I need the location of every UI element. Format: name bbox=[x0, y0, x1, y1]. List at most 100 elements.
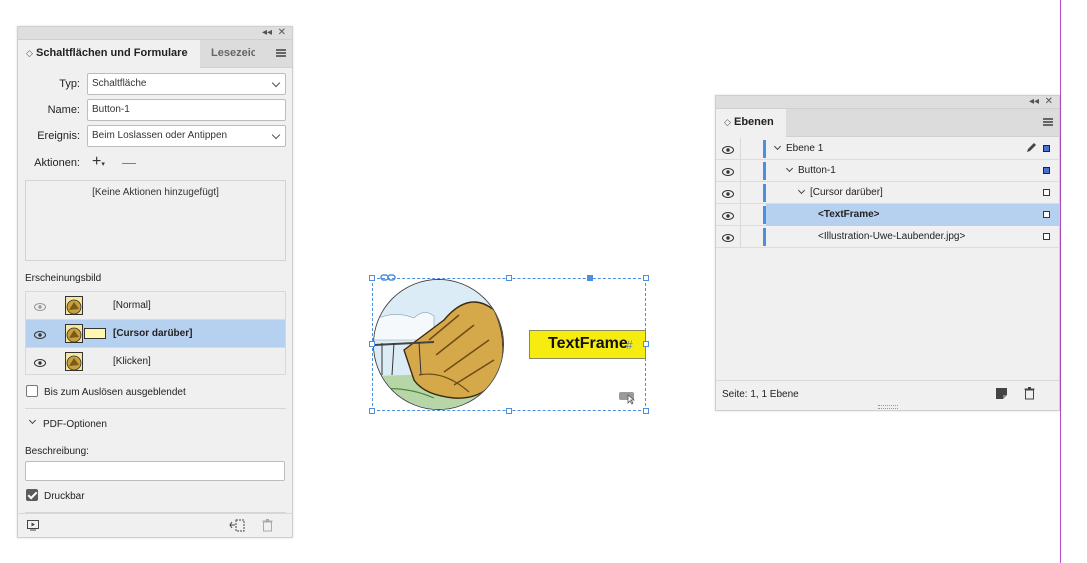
tab-buttons-forms[interactable]: ◇ Schaltflächen und Formulare bbox=[18, 40, 200, 68]
panel-body: Typ: Schaltfläche Name: Button-1 Ereigni… bbox=[18, 69, 292, 539]
printable-label: Druckbar bbox=[44, 491, 85, 502]
state-thumbnail bbox=[65, 296, 83, 315]
handle-bottom-right[interactable] bbox=[643, 408, 649, 414]
selection-square[interactable] bbox=[1043, 233, 1050, 240]
close-panel-icon[interactable]: ✕ bbox=[1045, 96, 1053, 108]
layer-main: Button-1 bbox=[766, 160, 1059, 182]
button-hand-icon bbox=[619, 389, 637, 408]
eye-icon[interactable] bbox=[722, 145, 734, 157]
trash-icon[interactable] bbox=[1024, 387, 1035, 403]
resize-grip[interactable] bbox=[878, 405, 898, 409]
panel-menu-icon[interactable] bbox=[276, 49, 286, 57]
button-object[interactable]: TextFrame # bbox=[369, 274, 649, 414]
name-input[interactable]: Button-1 bbox=[87, 99, 286, 121]
preview-icon[interactable] bbox=[27, 520, 39, 534]
state-thumbnail-textframe bbox=[84, 328, 106, 339]
panel-menu-icon[interactable] bbox=[1043, 118, 1053, 126]
layer-row-textframe[interactable]: <TextFrame> bbox=[716, 204, 1059, 226]
layer-label: Button-1 bbox=[798, 165, 836, 176]
new-layer-icon[interactable] bbox=[996, 388, 1007, 402]
lock-toggle[interactable] bbox=[741, 138, 762, 160]
textframe-text: TextFrame bbox=[548, 335, 628, 352]
eye-icon[interactable] bbox=[34, 358, 46, 370]
event-select[interactable]: Beim Loslassen oder Antippen bbox=[87, 125, 286, 147]
type-row: Typ: Schaltfläche bbox=[18, 73, 292, 95]
layers-footer: Seite: 1, 1 Ebene bbox=[716, 380, 1059, 410]
name-label: Name: bbox=[47, 104, 80, 116]
event-label: Ereignis: bbox=[37, 130, 80, 142]
layer-label: Ebene 1 bbox=[786, 143, 824, 154]
eye-icon[interactable] bbox=[722, 189, 734, 201]
chevron-down-icon[interactable] bbox=[785, 164, 794, 173]
collapse-panel-icon[interactable]: ◂◂ bbox=[1029, 96, 1039, 108]
close-panel-icon[interactable]: ✕ bbox=[278, 27, 286, 39]
layer-row-ebene-1[interactable]: Ebene 1 bbox=[716, 138, 1059, 160]
tab-layers[interactable]: ◇ Ebenen bbox=[716, 109, 786, 137]
handle-content-grabber[interactable] bbox=[587, 275, 593, 281]
eye-icon[interactable] bbox=[34, 302, 46, 314]
actions-label: Aktionen: bbox=[34, 157, 80, 169]
layer-row-illustration[interactable]: <Illustration-Uwe-Laubender.jpg> bbox=[716, 226, 1059, 248]
eye-icon[interactable] bbox=[722, 233, 734, 245]
tab-updown-icon: ◇ bbox=[724, 117, 731, 127]
state-label: [Klicken] bbox=[113, 356, 151, 367]
trash-icon[interactable] bbox=[262, 519, 273, 535]
layer-main: Ebene 1 bbox=[766, 138, 1059, 160]
actions-row: Aktionen: +▾ — bbox=[18, 152, 292, 174]
handle-middle-left[interactable] bbox=[369, 341, 375, 347]
divider bbox=[25, 408, 286, 409]
tab-layers-label: Ebenen bbox=[733, 116, 774, 128]
layer-row-button-1[interactable]: Button-1 bbox=[716, 160, 1059, 182]
tab-bookmarks[interactable]: Lesezeic bbox=[211, 40, 255, 68]
lock-toggle[interactable] bbox=[741, 204, 762, 226]
panel-topbar: ◂◂ ✕ bbox=[18, 27, 292, 40]
eye-icon[interactable] bbox=[722, 167, 734, 179]
actions-list[interactable]: [Keine Aktionen hinzugefügt] bbox=[25, 180, 286, 261]
layer-main: [Cursor darüber] bbox=[766, 182, 1059, 204]
lock-toggle[interactable] bbox=[741, 160, 762, 182]
appearance-label: Erscheinungsbild bbox=[25, 273, 102, 284]
name-row: Name: Button-1 bbox=[18, 99, 292, 121]
panel-bottom-bar bbox=[18, 513, 292, 537]
printable-checkbox[interactable] bbox=[26, 489, 38, 501]
chevron-down-icon[interactable] bbox=[773, 142, 782, 151]
hidden-until-triggered-checkbox[interactable] bbox=[26, 385, 38, 397]
handle-top-center[interactable] bbox=[506, 275, 512, 281]
layer-row-cursor-over[interactable]: [Cursor darüber] bbox=[716, 182, 1059, 204]
eye-icon[interactable] bbox=[34, 330, 46, 342]
pdf-options-chevron-icon[interactable] bbox=[28, 416, 37, 425]
textframe-box[interactable]: TextFrame # bbox=[529, 330, 646, 359]
chevron-down-icon bbox=[271, 78, 281, 88]
selection-square[interactable] bbox=[1043, 145, 1050, 152]
layers-list: Ebene 1 Button-1 [Cursor darüber] <TextF… bbox=[716, 138, 1059, 251]
selection-square[interactable] bbox=[1043, 167, 1050, 174]
event-select-value: Beim Loslassen oder Antippen bbox=[92, 130, 228, 141]
type-label: Typ: bbox=[59, 78, 80, 90]
event-row: Ereignis: Beim Loslassen oder Antippen bbox=[18, 125, 292, 147]
state-row-click[interactable]: [Klicken] bbox=[26, 348, 285, 376]
link-badge-icon[interactable] bbox=[380, 273, 396, 285]
chevron-down-icon[interactable] bbox=[797, 186, 806, 195]
pdf-options-label[interactable]: PDF-Optionen bbox=[43, 419, 107, 430]
handle-bottom-left[interactable] bbox=[369, 408, 375, 414]
state-row-cursor-over[interactable]: [Cursor darüber] bbox=[26, 320, 285, 348]
type-select[interactable]: Schaltfläche bbox=[87, 73, 286, 95]
handle-middle-right[interactable] bbox=[643, 341, 649, 347]
description-input[interactable] bbox=[25, 461, 285, 481]
remove-action-icon[interactable]: — bbox=[122, 153, 136, 171]
add-action-icon[interactable]: +▾ bbox=[92, 153, 105, 174]
lock-toggle[interactable] bbox=[741, 182, 762, 204]
selection-square[interactable] bbox=[1043, 211, 1050, 218]
lock-toggle[interactable] bbox=[741, 226, 762, 248]
illustration-image[interactable] bbox=[373, 279, 504, 410]
convert-to-object-icon[interactable] bbox=[229, 519, 245, 535]
handle-top-left[interactable] bbox=[369, 275, 375, 281]
appearance-state-list: [Normal] [Cursor darüber] [Klicken] bbox=[25, 291, 286, 375]
eye-icon[interactable] bbox=[722, 211, 734, 223]
handle-bottom-center[interactable] bbox=[506, 408, 512, 414]
tab-buttons-forms-label: Schaltflächen und Formulare bbox=[35, 47, 188, 59]
selection-square[interactable] bbox=[1043, 189, 1050, 196]
handle-top-right[interactable] bbox=[643, 275, 649, 281]
collapse-panel-icon[interactable]: ◂◂ bbox=[262, 27, 272, 39]
state-row-normal[interactable]: [Normal] bbox=[26, 292, 285, 320]
